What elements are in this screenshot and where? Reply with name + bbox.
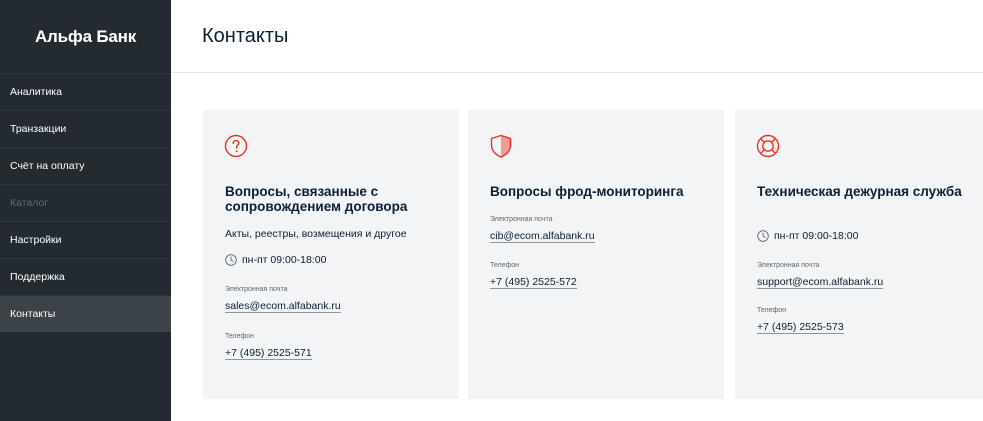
contact-card-technical-support: Техническая дежурная служба пн-пт 09:00-… [735,110,983,399]
sidebar-item-settings[interactable]: Настройки [0,221,171,258]
page-header: Контакты [171,0,983,73]
phone-link[interactable]: +7 (495) 2525-572 [490,276,577,289]
working-hours-text: пн-пт 09:00-18:00 [242,254,327,266]
clock-icon [757,230,769,242]
email-link[interactable]: sales@ecom.alfabank.ru [225,300,341,313]
phone-label: Телефон [490,262,520,269]
logo-text: Альфа Банк [34,26,137,46]
phone-label: Телефон [757,307,787,314]
email-label: Электронная почта [757,262,820,269]
clock-icon [225,254,237,266]
email-link[interactable]: cib@ecom.alfabank.ru [490,230,595,243]
sidebar-nav: Аналитика Транзакции Счёт на оплату Ката… [0,73,171,332]
sidebar-item-transactions[interactable]: Транзакции [0,110,171,147]
phone-link[interactable]: +7 (495) 2525-571 [225,347,312,360]
sidebar-item-invoice[interactable]: Счёт на оплату [0,147,171,184]
email-link[interactable]: support@ecom.alfabank.ru [757,276,884,289]
card-title: Вопросы фрод-мониторинга [490,184,684,199]
phone-label: Телефон [225,333,255,340]
card-title: Вопросы, связанные с сопровождением дого… [225,184,408,214]
phone-link[interactable]: +7 (495) 2525-573 [757,321,844,334]
page-title: Контакты [202,24,289,47]
working-hours: пн-пт 09:00-18:00 [757,230,858,242]
card-title: Техническая дежурная служба [757,184,962,199]
email-label: Электронная почта [490,216,553,223]
working-hours: пн-пт 09:00-18:00 [225,254,326,266]
sidebar-item-catalog: Каталог [0,184,171,221]
working-hours-text: пн-пт 09:00-18:00 [774,230,859,242]
sidebar-item-analytics[interactable]: Аналитика [0,73,171,110]
email-label: Электронная почта [225,286,288,293]
sidebar-item-support[interactable]: Поддержка [0,258,171,295]
sidebar: Альфа Банк Аналитика Транзакции Счёт на … [0,0,171,421]
lifebuoy-icon [756,134,780,158]
question-circle-icon [224,134,248,158]
shield-icon [490,134,512,158]
logo[interactable]: Альфа Банк [0,0,171,73]
contact-card-fraud-monitoring: Вопросы фрод-мониторинга Электронная поч… [468,110,724,399]
sidebar-item-contacts[interactable]: Контакты [0,295,171,332]
card-description: Акты, реестры, возмещения и другое [225,228,407,240]
main-content: Контакты Вопросы, связанные с сопровожде… [171,0,983,421]
contact-card-contract-support: Вопросы, связанные с сопровождением дого… [203,110,459,399]
